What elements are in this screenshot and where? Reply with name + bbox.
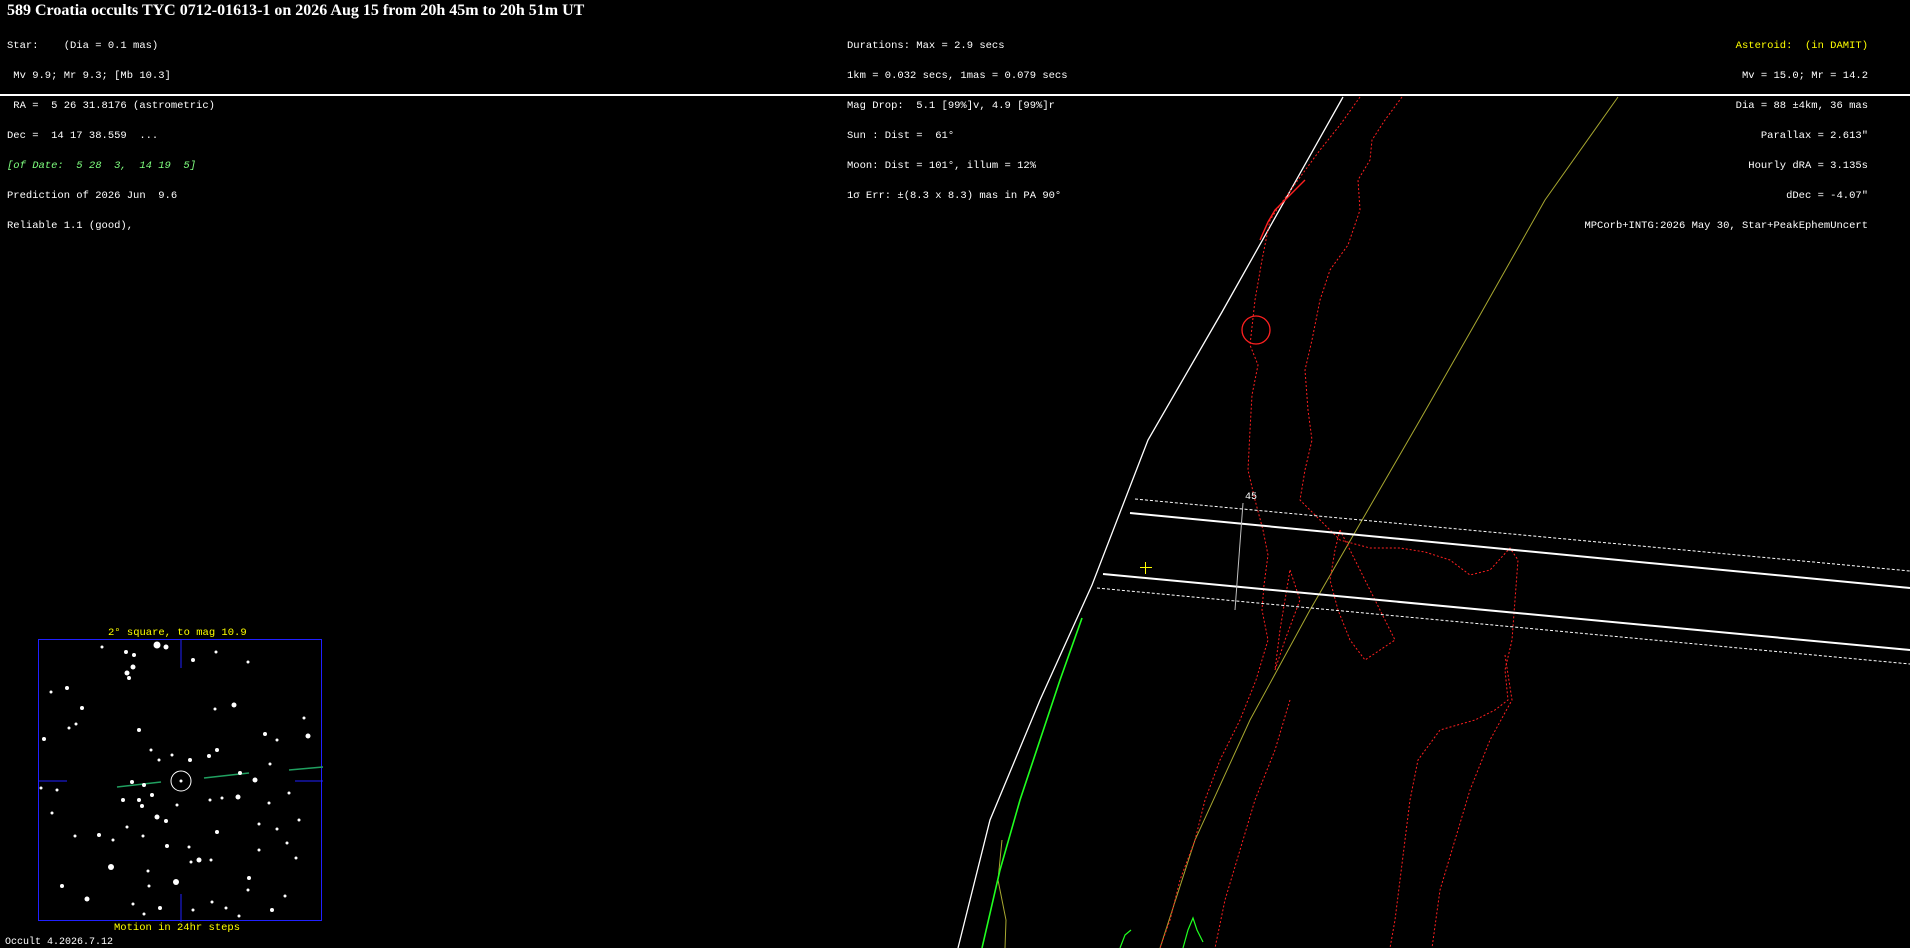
star-magnitudes: Mv 9.9; Mr 9.3; [Mb 10.3] xyxy=(7,70,171,82)
reference-crosshair xyxy=(1140,562,1152,574)
asteroid-header: Asteroid: (in DAMIT) xyxy=(1735,40,1868,52)
motion-track-2 xyxy=(203,772,250,779)
finder-stars xyxy=(39,640,323,922)
coastline-east xyxy=(1299,96,1519,948)
durations: Durations: Max = 2.9 secs xyxy=(847,40,1005,52)
time-scale: 1km = 0.032 secs, 1mas = 0.079 secs xyxy=(847,70,1068,82)
finder-caption: Motion in 24hr steps xyxy=(114,922,241,934)
coastline-south xyxy=(1214,699,1291,948)
path-edge-south xyxy=(1102,573,1910,651)
earth-limb-line xyxy=(957,96,1344,948)
sunset-line-lower xyxy=(997,839,1007,948)
path-error-south xyxy=(1096,587,1910,665)
motion-track-3 xyxy=(288,766,323,771)
occult-plot-window: 589 Croatia occults TYC 0712-01613-1 on … xyxy=(0,0,1910,948)
coastline-inner xyxy=(1329,528,1396,661)
star-header: Star: (Dia = 0.1 mas) xyxy=(7,40,159,52)
asteroid-magnitudes: Mv = 15.0; Mr = 14.2 xyxy=(1741,70,1868,82)
coastline-south-2 xyxy=(1431,654,1513,948)
field-stars xyxy=(39,641,311,918)
time-tick-label: 45 xyxy=(1245,492,1258,503)
site-marker-circle xyxy=(1241,315,1271,345)
coastline-island xyxy=(1274,569,1301,671)
coastline-west xyxy=(1159,96,1361,948)
star-finder-chart xyxy=(38,639,323,922)
software-version: Occult 4.2026.7.12 xyxy=(5,937,114,948)
time-tick-45 xyxy=(1234,502,1244,611)
path-edge-north xyxy=(1129,512,1910,589)
green-coast-limb xyxy=(981,617,1083,948)
motion-track-1 xyxy=(116,781,162,788)
finder-title: 2° square, to mag 10.9 xyxy=(108,627,247,639)
event-title: 589 Croatia occults TYC 0712-01613-1 on … xyxy=(7,2,585,19)
path-error-north xyxy=(1134,498,1910,572)
coastline-north-solid xyxy=(1259,179,1306,241)
